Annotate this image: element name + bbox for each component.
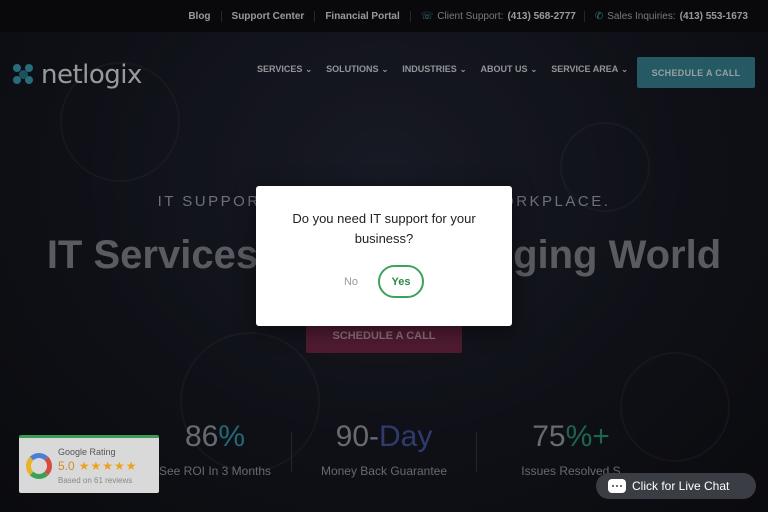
google-rating-badge[interactable]: Google Rating 5.0 ★★★★★ Based on 61 revi… xyxy=(19,435,159,493)
chat-bubble-icon xyxy=(608,479,626,493)
rating-title: Google Rating xyxy=(58,446,116,457)
live-chat-label: Click for Live Chat xyxy=(632,479,730,493)
it-support-modal: Do you need IT support for your business… xyxy=(256,186,512,326)
modal-actions: No Yes xyxy=(256,265,512,298)
rating-row: 5.0 ★★★★★ xyxy=(58,459,137,473)
rating-score: 5.0 xyxy=(58,458,75,473)
rating-stars-icon: ★★★★★ xyxy=(78,458,138,473)
rating-info: Google Rating 5.0 ★★★★★ Based on 61 revi… xyxy=(58,447,137,485)
modal-question: Do you need IT support for your business… xyxy=(292,211,476,246)
google-logo-icon xyxy=(26,452,52,479)
no-button[interactable]: No xyxy=(344,276,358,288)
yes-button[interactable]: Yes xyxy=(378,265,425,298)
live-chat-button[interactable]: Click for Live Chat xyxy=(596,473,756,499)
rating-review-count: Based on 61 reviews xyxy=(58,475,133,485)
